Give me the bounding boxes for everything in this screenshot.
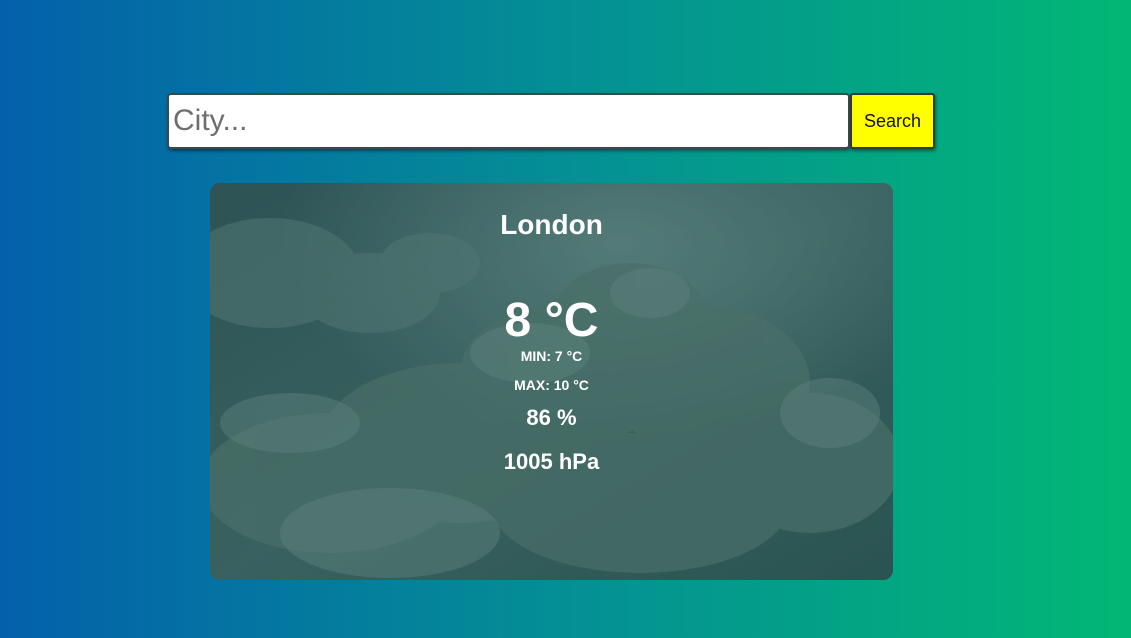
search-button[interactable]: Search: [850, 93, 935, 149]
search-bar: Search: [167, 93, 935, 149]
weather-card: London 8 °C MIN: 7 °C MAX: 10 °C 86 % 10…: [210, 183, 893, 580]
pressure: 1005 hPa: [503, 449, 600, 474]
city-search-input[interactable]: [167, 93, 850, 149]
current-temperature: 8 °C: [504, 294, 599, 347]
city-name: London: [500, 209, 603, 240]
max-temperature: MAX: 10 °C: [514, 377, 589, 393]
min-temperature: MIN: 7 °C: [520, 348, 583, 364]
humidity: 86 %: [526, 405, 577, 430]
